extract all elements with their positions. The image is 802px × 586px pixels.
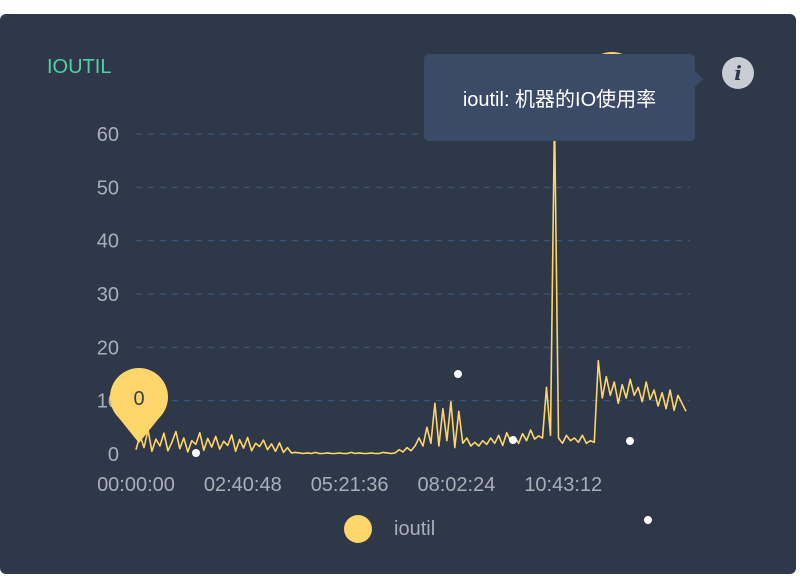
y-tick-label: 30 xyxy=(97,284,119,306)
panel-title: IOUTIL xyxy=(47,56,112,78)
y-tick-label: 20 xyxy=(97,337,119,359)
markpoint-min[interactable]: 0 xyxy=(110,368,168,443)
info-icon[interactable]: i xyxy=(722,57,754,89)
hover-dot xyxy=(509,436,517,444)
grid-lines xyxy=(136,133,690,402)
hover-dots xyxy=(192,370,652,524)
hover-dot xyxy=(192,449,200,457)
x-tick-label: 00:00:00 xyxy=(97,474,175,496)
series-line-ioutil[interactable] xyxy=(135,114,687,455)
legend-item-ioutil[interactable]: ioutil xyxy=(344,515,435,543)
hover-dot xyxy=(454,370,462,378)
y-tick-label: 40 xyxy=(97,231,119,253)
tooltip-arrow xyxy=(694,70,703,88)
x-tick-label: 10:43:12 xyxy=(524,474,602,496)
x-tick-label: 05:21:36 xyxy=(311,474,389,496)
hover-dot xyxy=(644,516,652,524)
x-tick-label: 02:40:48 xyxy=(204,474,282,496)
tooltip-text: ioutil: 机器的IO使用率 xyxy=(462,89,657,111)
info-tooltip: ioutil: 机器的IO使用率 xyxy=(424,54,695,141)
legend-label: ioutil xyxy=(394,517,436,540)
y-axis: 0102030405060 xyxy=(97,124,119,466)
y-tick-label: 0 xyxy=(108,444,119,466)
y-tick-label: 50 xyxy=(97,177,119,199)
markpoint-min-label: 0 xyxy=(133,388,144,410)
hover-dot xyxy=(626,437,634,445)
x-tick-label: 08:02:24 xyxy=(418,474,496,496)
y-tick-label: 60 xyxy=(97,124,119,146)
legend-swatch xyxy=(344,515,372,543)
x-axis: 00:00:00 02:40:48 05:21:36 08:02:24 10:43:12 xyxy=(97,474,602,496)
